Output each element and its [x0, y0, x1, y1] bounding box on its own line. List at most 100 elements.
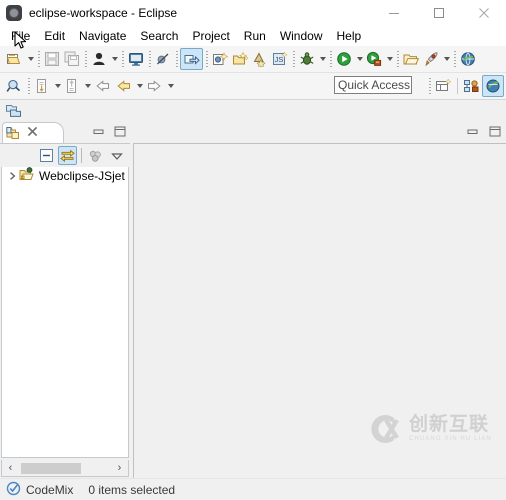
new-package-button[interactable] — [230, 48, 250, 70]
toolbar-separator — [290, 50, 297, 68]
open-perspective-button[interactable] — [433, 75, 454, 97]
next-annotation-dropdown[interactable] — [53, 75, 62, 97]
toolbar-divider — [81, 148, 82, 163]
last-edit-location-button[interactable] — [92, 75, 113, 97]
scrollbar-thumb[interactable] — [21, 462, 81, 474]
menu-project[interactable]: Project — [185, 27, 236, 46]
toolbar-separator — [173, 50, 180, 68]
editor-min-max-controls — [467, 126, 501, 140]
open-perspective-button[interactable] — [401, 48, 421, 70]
run-button[interactable] — [334, 48, 354, 70]
last-edit-arrow-icon — [96, 80, 109, 92]
previous-annotation-button[interactable] — [62, 75, 82, 97]
open-resource-button[interactable] — [180, 48, 203, 70]
minimize-button[interactable] — [371, 0, 416, 26]
title-bar: eclipse-workspace - Eclipse — [0, 0, 506, 26]
project-tree[interactable]: ! Webclipse-JSjet — [1, 167, 129, 458]
external-tools-icon — [425, 52, 438, 67]
new-js-file-button[interactable]: JS — [270, 48, 290, 70]
external-tools-dropdown[interactable] — [442, 48, 451, 70]
scrollbar-track[interactable] — [19, 460, 111, 476]
debug-dropdown[interactable] — [318, 48, 327, 70]
forward-dropdown[interactable] — [166, 75, 175, 97]
status-brand-label: CodeMix — [26, 482, 74, 497]
external-tools-button[interactable] — [421, 48, 441, 70]
maximize-button[interactable] — [416, 0, 461, 26]
open-perspective-icon — [6, 105, 21, 117]
menu-file[interactable]: File — [4, 27, 37, 46]
close-button[interactable] — [461, 0, 506, 26]
perspective-java-ee-button[interactable] — [461, 75, 482, 97]
link-with-editor-icon — [60, 149, 75, 162]
collapse-all-button[interactable] — [37, 146, 56, 165]
terminal-button[interactable] — [126, 48, 146, 70]
toolbar-separator — [454, 77, 461, 95]
maximize-view-icon[interactable] — [114, 126, 126, 140]
tree-item-project[interactable]: ! Webclipse-JSjet — [2, 167, 128, 185]
run-dropdown[interactable] — [355, 48, 364, 70]
menu-edit[interactable]: Edit — [37, 27, 72, 46]
editor-empty-area[interactable] — [133, 143, 506, 478]
previous-annotation-dropdown[interactable] — [83, 75, 92, 97]
open-type-dropdown[interactable] — [110, 48, 119, 70]
run-play-icon — [337, 52, 351, 66]
scroll-left-button[interactable]: ‹ — [2, 461, 19, 476]
search-button[interactable] — [4, 75, 25, 97]
close-view-icon[interactable] — [27, 126, 38, 140]
eclipse-window: eclipse-workspace - Eclipse File Edit Na… — [0, 0, 506, 500]
minimize-editor-icon[interactable] — [467, 126, 479, 140]
view-filters-button[interactable] — [86, 146, 105, 165]
new-annotation-button[interactable] — [250, 48, 270, 70]
run-server-button[interactable] — [364, 48, 384, 70]
run-server-dropdown[interactable] — [385, 48, 394, 70]
toolbar-separator — [327, 50, 334, 68]
eclipse-icon — [6, 5, 22, 21]
new-wizard-dropdown[interactable] — [26, 48, 35, 70]
svg-text:JS: JS — [275, 55, 284, 64]
back-dropdown[interactable] — [135, 75, 144, 97]
quick-access-field[interactable]: Quick Access — [334, 76, 412, 94]
minimize-view-icon[interactable] — [93, 126, 105, 140]
menu-run[interactable]: Run — [237, 27, 273, 46]
link-with-editor-button[interactable] — [58, 146, 77, 165]
perspective-indicator[interactable] — [5, 103, 25, 122]
person-icon — [93, 52, 105, 65]
view-menu-chevron-icon — [110, 152, 123, 160]
java-ee-perspective-icon — [464, 80, 479, 92]
skip-breakpoints-button[interactable] — [153, 48, 173, 70]
open-type-button[interactable] — [89, 48, 109, 70]
new-class-icon — [213, 52, 228, 65]
open-folder-icon — [403, 54, 419, 65]
globe-icon — [461, 52, 475, 66]
collapse-all-icon — [40, 149, 53, 162]
menu-search[interactable]: Search — [133, 27, 185, 46]
main-toolbar: JS — [0, 46, 506, 73]
save-all-icon — [64, 51, 79, 66]
perspective-codemix-button[interactable] — [482, 75, 504, 97]
new-java-class-button[interactable] — [210, 48, 230, 70]
maximize-editor-icon[interactable] — [489, 126, 501, 140]
scroll-right-button[interactable]: › — [111, 461, 128, 476]
chevron-right-icon[interactable] — [6, 171, 19, 181]
debug-button[interactable] — [297, 48, 317, 70]
back-button[interactable] — [113, 75, 134, 97]
codemix-perspective-icon — [486, 79, 500, 93]
next-annotation-button[interactable] — [32, 75, 52, 97]
menu-window[interactable]: Window — [273, 27, 330, 46]
java-project-icon: ! — [19, 167, 36, 185]
debug-bug-icon — [300, 52, 314, 65]
menu-help[interactable]: Help — [330, 27, 369, 46]
new-js-icon: JS — [273, 51, 288, 65]
run-server-icon — [366, 51, 382, 66]
horizontal-scrollbar[interactable]: ‹ › — [1, 460, 129, 477]
forward-button[interactable] — [144, 75, 165, 97]
project-explorer-tab[interactable] — [2, 122, 64, 143]
web-browser-button[interactable] — [458, 48, 478, 70]
menu-navigate[interactable]: Navigate — [72, 27, 133, 46]
new-wizard-button[interactable] — [4, 48, 25, 70]
save-button[interactable] — [42, 48, 62, 70]
filters-icon — [89, 150, 101, 162]
view-menu-button[interactable] — [107, 146, 126, 165]
save-all-button[interactable] — [62, 48, 82, 70]
toolbar-separator — [203, 50, 210, 68]
